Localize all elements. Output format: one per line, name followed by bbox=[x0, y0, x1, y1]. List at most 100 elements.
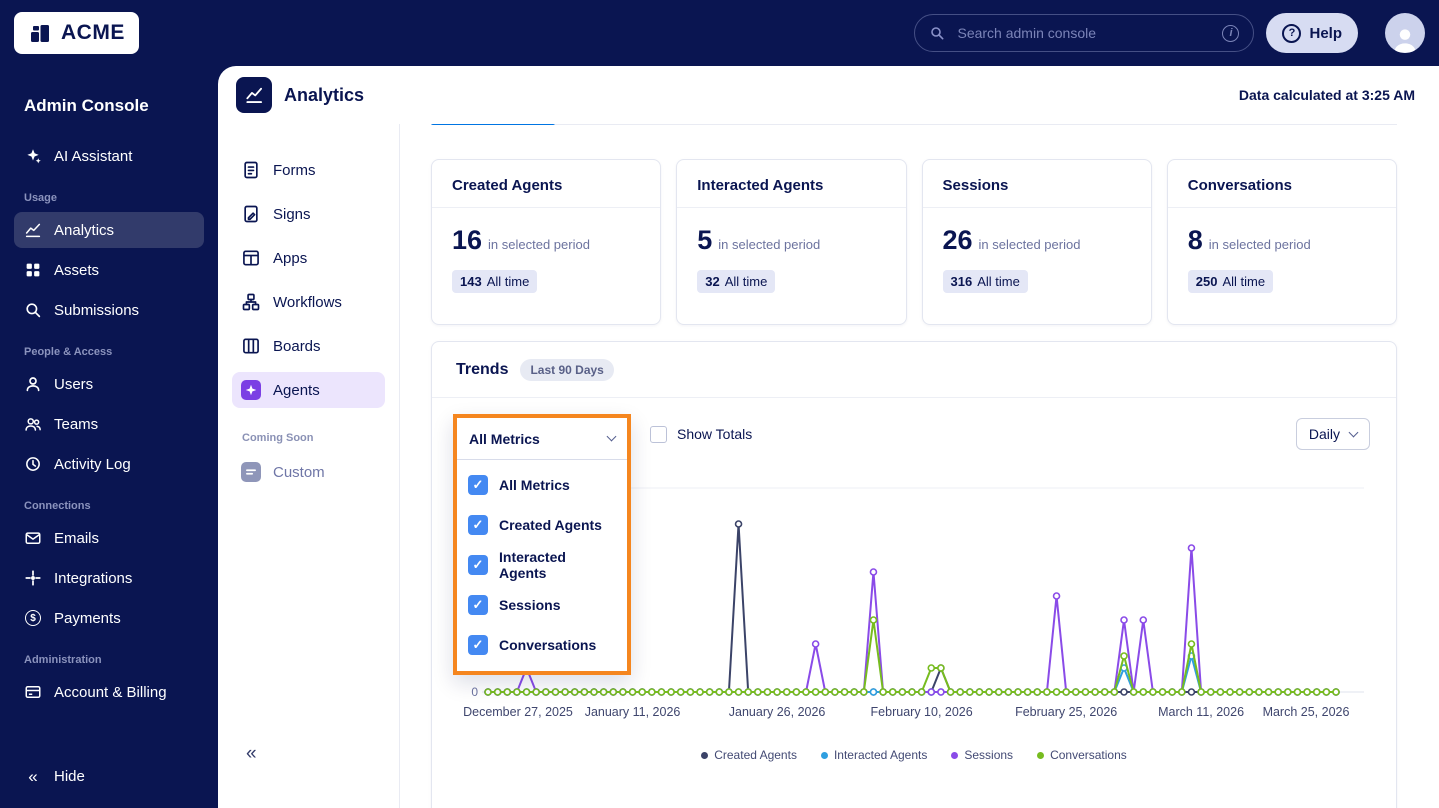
product-nav-agents[interactable]: Agents bbox=[232, 372, 385, 408]
stat-value: 8 bbox=[1187, 225, 1203, 255]
metrics-option-all-metrics[interactable]: All Metrics bbox=[457, 465, 627, 505]
sidebar-item-activity-log[interactable]: Activity Log bbox=[14, 446, 204, 482]
checkbox-checked-icon[interactable] bbox=[468, 635, 488, 655]
search-bar[interactable]: i bbox=[914, 14, 1255, 52]
product-nav-label: Workflows bbox=[273, 293, 342, 311]
magnifier-icon bbox=[24, 301, 42, 319]
metrics-options-list: All Metrics Created Agents Interacted Ag… bbox=[457, 460, 627, 671]
page-title: Analytics bbox=[284, 84, 365, 105]
legend-dot-icon bbox=[1037, 751, 1045, 759]
sidebar-item-account-billing[interactable]: Account & Billing bbox=[14, 674, 204, 710]
metrics-option-interacted-agents[interactable]: Interacted Agents bbox=[457, 545, 627, 585]
metrics-option-sessions[interactable]: Sessions bbox=[457, 585, 627, 625]
product-nav-forms[interactable]: Forms bbox=[232, 152, 385, 188]
chevron-down-icon bbox=[1348, 427, 1359, 437]
svg-text:February 25, 2026: February 25, 2026 bbox=[1015, 705, 1117, 719]
help-button[interactable]: ? Help bbox=[1266, 13, 1358, 53]
checkbox-checked-icon[interactable] bbox=[468, 475, 488, 495]
legend-label: Interacted Agents bbox=[833, 748, 928, 762]
section-label-usage: Usage bbox=[24, 192, 58, 204]
stat-card-conversations: Conversations 8 in selected period 250 All… bbox=[1166, 159, 1397, 325]
checkbox-checked-icon[interactable] bbox=[468, 595, 488, 615]
agents-icon bbox=[241, 380, 261, 400]
checkbox-checked-icon[interactable] bbox=[468, 515, 488, 535]
legend-dot-icon bbox=[701, 751, 709, 759]
legend-dot-icon bbox=[951, 751, 959, 759]
metrics-option-label: Created Agents bbox=[499, 517, 602, 533]
stat-card-created-agents: Created Agents 16 in selected period 143 A… bbox=[431, 159, 662, 325]
product-nav-workflows[interactable]: Workflows bbox=[232, 284, 385, 320]
product-nav-label: Forms bbox=[273, 161, 316, 179]
sidebar-item-ai-assistant[interactable]: AI Assistant bbox=[14, 138, 204, 174]
product-nav-boards[interactable]: Boards bbox=[232, 328, 385, 364]
stat-value: 5 bbox=[697, 225, 713, 255]
sidebar-item-label: Payments bbox=[54, 609, 121, 627]
product-nav-signs[interactable]: Signs bbox=[232, 196, 385, 232]
all-time-badge: 143 All time bbox=[452, 270, 538, 293]
svg-text:March 11, 2026: March 11, 2026 bbox=[1158, 705, 1244, 719]
stats-row: Created Agents 16 in selected period 143 A… bbox=[431, 159, 1397, 325]
workflows-icon bbox=[241, 292, 261, 312]
sidebar-item-emails[interactable]: Emails bbox=[14, 520, 204, 556]
legend-item: Interacted Agents bbox=[820, 748, 928, 762]
trends-header: Trends Last 90 Days bbox=[432, 342, 1396, 398]
metrics-option-label: Sessions bbox=[499, 597, 561, 613]
analytics-header-icon bbox=[236, 77, 272, 113]
checkbox-unchecked-icon[interactable] bbox=[650, 425, 667, 443]
assets-grid-icon bbox=[24, 261, 42, 279]
legend-item: Sessions bbox=[951, 748, 1013, 762]
granularity-value: Daily bbox=[1308, 426, 1340, 442]
sidebar-item-submissions[interactable]: Submissions bbox=[14, 292, 204, 328]
metrics-option-conversations[interactable]: Conversations bbox=[457, 625, 627, 665]
metrics-option-label: Interacted Agents bbox=[499, 549, 566, 581]
hide-label: Hide bbox=[54, 767, 85, 785]
metrics-select[interactable]: All Metrics bbox=[457, 418, 627, 460]
acme-logo-icon bbox=[28, 21, 52, 45]
user-avatar[interactable] bbox=[1385, 13, 1425, 53]
all-time-value: 316 bbox=[950, 274, 973, 289]
sidebar-hide-button[interactable]: « Hide bbox=[14, 758, 204, 794]
apps-icon bbox=[241, 248, 261, 268]
product-nav-custom[interactable]: Custom bbox=[232, 454, 385, 490]
user-icon bbox=[24, 375, 42, 393]
sidebar-item-users[interactable]: Users bbox=[14, 366, 204, 402]
all-time-value: 143 bbox=[460, 274, 482, 289]
all-time-badge: 32 All time bbox=[697, 270, 776, 293]
acme-logo[interactable]: ACME bbox=[14, 12, 139, 54]
sidebar-item-analytics[interactable]: Analytics bbox=[14, 212, 204, 248]
collapse-nav-button[interactable]: « bbox=[240, 742, 263, 766]
product-nav-label: Apps bbox=[273, 249, 308, 267]
checkbox-checked-icon[interactable] bbox=[468, 555, 488, 575]
trends-card: Trends Last 90 Days Show Totals Daily Al… bbox=[431, 341, 1397, 808]
sidebar-item-assets[interactable]: Assets bbox=[14, 252, 204, 288]
search-input[interactable] bbox=[955, 24, 1213, 42]
sidebar-item-teams[interactable]: Teams bbox=[14, 406, 204, 442]
all-time-label: All time bbox=[1222, 274, 1266, 289]
metrics-option-label: All Metrics bbox=[499, 477, 570, 493]
svg-text:January 26, 2026: January 26, 2026 bbox=[729, 705, 826, 719]
teams-icon bbox=[24, 415, 42, 433]
sidebar-item-integrations[interactable]: Integrations bbox=[14, 560, 204, 596]
metrics-dropdown: All Metrics All Metrics Created Agents I… bbox=[453, 414, 631, 675]
all-time-value: 32 bbox=[705, 274, 720, 289]
billing-card-icon bbox=[24, 683, 42, 701]
metrics-option-created-agents[interactable]: Created Agents bbox=[457, 505, 627, 545]
sidebar-title: Admin Console bbox=[24, 96, 149, 115]
show-totals-checkbox[interactable]: Show Totals bbox=[650, 425, 752, 443]
svg-text:December 27, 2025: December 27, 2025 bbox=[463, 705, 573, 719]
active-tab-indicator bbox=[431, 124, 555, 125]
legend-label: Sessions bbox=[964, 748, 1014, 762]
granularity-select[interactable]: Daily bbox=[1295, 418, 1370, 450]
all-time-badge: 316 All time bbox=[942, 270, 1028, 293]
sidebar-item-payments[interactable]: $ Payments bbox=[14, 600, 204, 636]
integrations-icon bbox=[24, 569, 42, 587]
stat-card-interacted-agents: Interacted Agents 5 in selected period 32… bbox=[676, 159, 907, 325]
admin-console-page: { "topbar": { "logo_text": "ACME", "sear… bbox=[0, 0, 1439, 808]
svg-text:February 10, 2026: February 10, 2026 bbox=[871, 705, 973, 719]
sparkle-icon bbox=[24, 147, 42, 165]
product-nav-apps[interactable]: Apps bbox=[232, 240, 385, 276]
stat-value: 26 bbox=[942, 225, 973, 255]
sidebar-item-label: Integrations bbox=[54, 569, 133, 587]
trends-title: Trends bbox=[456, 360, 509, 378]
search-info-icon[interactable]: i bbox=[1222, 24, 1240, 42]
